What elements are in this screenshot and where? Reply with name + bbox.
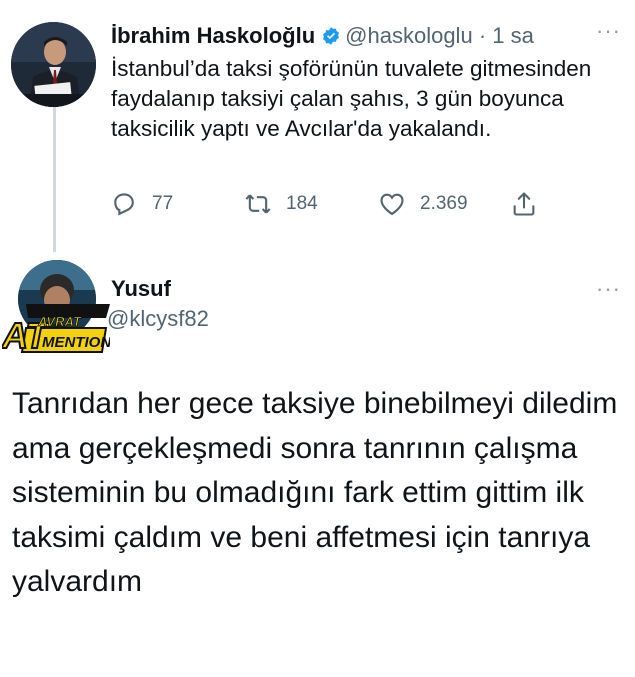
author-handle[interactable]: @haskologlu — [345, 23, 473, 48]
author-name[interactable]: Yusuf — [111, 276, 171, 302]
tweet-time[interactable]: 1 sa — [492, 23, 534, 48]
share-icon — [513, 192, 535, 216]
heart-icon — [380, 193, 404, 216]
avrat-mention-badge: AT AVRAT MENTION — [2, 304, 110, 356]
avatar-photo — [11, 22, 96, 107]
retweet-button[interactable]: 184 — [244, 190, 318, 218]
author-handle[interactable]: @klcysf82 — [107, 306, 209, 332]
tweet1-actions: 77 184 2.369 — [106, 190, 546, 220]
reply-icon — [114, 193, 134, 216]
more-dots-icon[interactable]: ··· — [596, 276, 621, 302]
reply-button[interactable]: 77 — [110, 190, 173, 218]
badge-line1: AVRAT — [37, 314, 82, 329]
author-name[interactable]: İbrahim Haskoloğlu — [111, 23, 315, 48]
retweet-icon — [245, 194, 271, 214]
thread-line — [53, 104, 56, 252]
like-count: 2.369 — [420, 193, 468, 214]
share-button[interactable] — [510, 190, 552, 218]
more-dots-icon[interactable]: ··· — [596, 18, 621, 44]
verified-badge-icon — [321, 25, 341, 45]
tweet1-header: İbrahim Haskoloğlu @haskologlu · 1 sa — [111, 22, 534, 50]
separator-dot: · — [478, 23, 487, 48]
like-button[interactable]: 2.369 — [378, 190, 468, 218]
retweet-count: 184 — [286, 193, 318, 214]
tweet2-text: Tanrıdan her gece taksiye binebilmeyi di… — [12, 387, 618, 598]
reply-count: 77 — [152, 193, 174, 214]
avatar-haskologlu[interactable] — [11, 22, 96, 107]
badge-line2: MENTION — [42, 334, 110, 351]
tweet1-text: İstanbul’da taksi şoförünün tuvalete git… — [111, 56, 592, 141]
